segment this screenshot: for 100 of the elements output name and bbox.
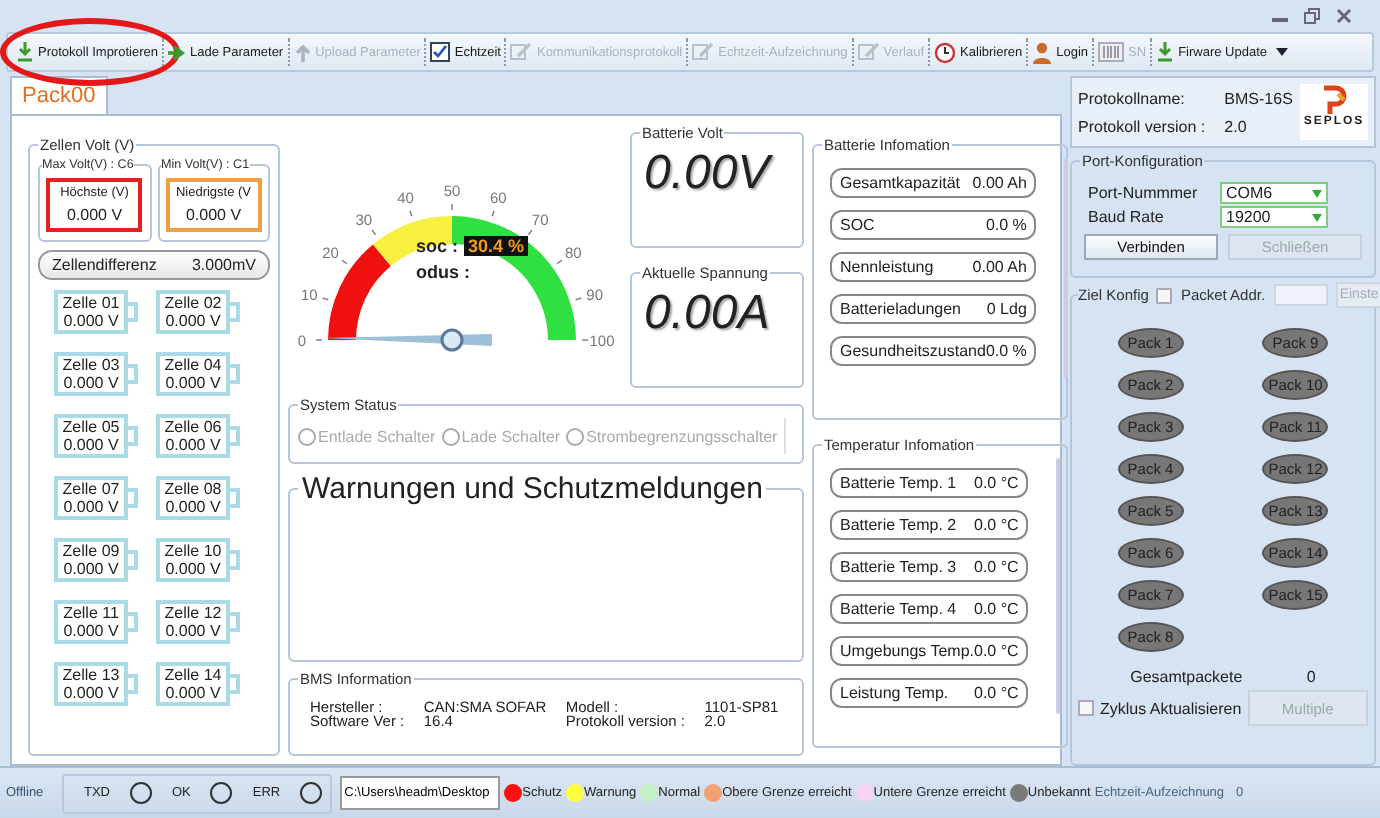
checkbox[interactable] [1156,287,1173,303]
info-value: 0.0 °C [974,642,1019,660]
info-value: 0.0 °C [974,558,1019,576]
total-value: 0 [1306,668,1316,686]
download-icon [1156,42,1175,62]
tick-mark [527,229,533,236]
pencil-icon [510,42,533,62]
info-label: SOC [840,216,875,234]
info-value: 0.00 Ah [972,258,1027,276]
info-value: 0.0 °C [974,684,1019,702]
tick-mark [556,259,563,265]
info-value: 0.0 °C [974,516,1019,534]
soc-value: 30.4 % [464,236,529,256]
info-value: 0.00 Ah [972,174,1027,192]
info-value: 0.0 °C [974,600,1019,618]
info-label: Batterie Temp. 1 [840,474,957,492]
cell-name: Zelle 08 [164,480,222,498]
cell-name: Zelle 03 [62,356,120,374]
cell-name: Zelle 06 [164,418,222,436]
difference-label: Zellendifferenz [52,256,157,274]
cell-name: Zelle 13 [62,666,120,684]
arrow-icon [167,43,186,61]
cell-voltage: 0.000 V [165,684,221,702]
cell-name: Zelle 01 [62,294,120,312]
caret-icon [1312,189,1322,197]
cell-name: Zelle 04 [164,356,222,374]
info-label: Umgebungs Temp. [840,642,974,660]
info-value: 0 Ldg [986,300,1027,318]
pencil-icon [857,42,880,62]
radio-option[interactable]: Entlade Schalter [298,427,436,445]
tick-mark [581,339,589,341]
clock-icon [934,41,957,63]
baud-dropdown[interactable]: 19200 [1220,206,1328,228]
cell-voltage: 0.000 V [63,436,119,454]
field-label: Baud Rate [1088,208,1166,226]
mode-label: odus : [416,262,472,282]
group-title: Warnungen und Schutzmeldungen [300,472,765,506]
cell-voltage: 0.000 V [165,622,221,640]
cell-voltage: 0.000 V [165,560,221,578]
info-value: 0.0 % [985,342,1027,360]
total-label: Gesamtpackete [1130,668,1243,686]
info-label: Leistung Temp. [840,684,949,702]
protocol-label: Protokoll version : [1078,117,1208,135]
checkbox-label: Zyklus Aktualisieren [1100,699,1242,717]
cell-name: Zelle 11 [63,604,119,622]
field-label: Port-Nummmer [1088,184,1200,202]
tick-mark [321,297,330,301]
info-label: Batterie Temp. 3 [840,558,957,576]
protocol-label: Protokollname: [1078,89,1187,107]
cell-voltage: 0.000 V [165,498,221,516]
tick-mark [409,209,413,218]
cell-name: Zelle 02 [164,294,222,312]
info-label: Nennleistung [840,258,934,276]
cell-name: Zelle 12 [164,604,222,622]
extreme-voltage-value: 0.000 V [185,206,242,224]
protocol-value: 2.0 [1224,117,1249,135]
info-value: 0.0 °C [974,474,1019,492]
cell-name: Zelle 05 [62,418,120,436]
info-label: Batterieladungen [840,300,961,318]
address-field[interactable] [1273,284,1328,306]
barcode-icon [1098,42,1125,62]
cell-voltage: 0.000 V [63,622,119,640]
cell-voltage: 0.000 V [63,374,119,392]
download-icon [16,42,34,62]
extreme-voltage-value: 0.000 V [66,206,123,224]
info-label: Gesundheitszustand [840,342,986,360]
cell-name: Zelle 09 [62,542,120,560]
caret-icon [1275,48,1287,56]
upload-icon [293,43,312,61]
close-icon[interactable] [1336,8,1352,24]
scrollbar[interactable] [1056,458,1061,714]
pencil-icon [692,42,715,62]
restore-icon[interactable] [1304,8,1320,24]
soc-label: soc : [416,236,459,256]
checkbox[interactable] [1078,700,1094,716]
info-label: Gesamtkapazität [840,174,961,192]
tick-mark [451,203,453,211]
info-label: Batterie Temp. 2 [840,516,957,534]
info-value: 0.0 % [985,216,1027,234]
tick-mark [315,339,323,341]
radio-option[interactable]: Lade Schalter [441,427,561,445]
cell-voltage: 0.000 V [165,312,221,330]
gauge-mid-band [372,216,452,267]
cell-voltage: 0.000 V [63,498,119,516]
scrollbar[interactable] [1064,158,1069,378]
big-reading: 0.00V [642,144,774,204]
tick-mark [491,209,495,218]
cell-voltage: 0.000 V [63,684,119,702]
info-label: Batterie Temp. 4 [840,600,957,618]
tick-mark [574,297,583,301]
port-dropdown[interactable]: COM6 [1220,182,1328,204]
logo-icon [1320,84,1348,116]
radio-option[interactable]: Strombegrenzungsschalter [566,427,778,445]
cell-voltage: 0.000 V [63,560,119,578]
checkbox-icon [430,42,451,62]
cell-voltage: 0.000 V [63,312,119,330]
protocol-value: BMS-16S [1224,89,1295,107]
cell-voltage: 0.000 V [165,436,221,454]
cell-name: Zelle 07 [62,480,120,498]
tick-mark [341,259,348,265]
